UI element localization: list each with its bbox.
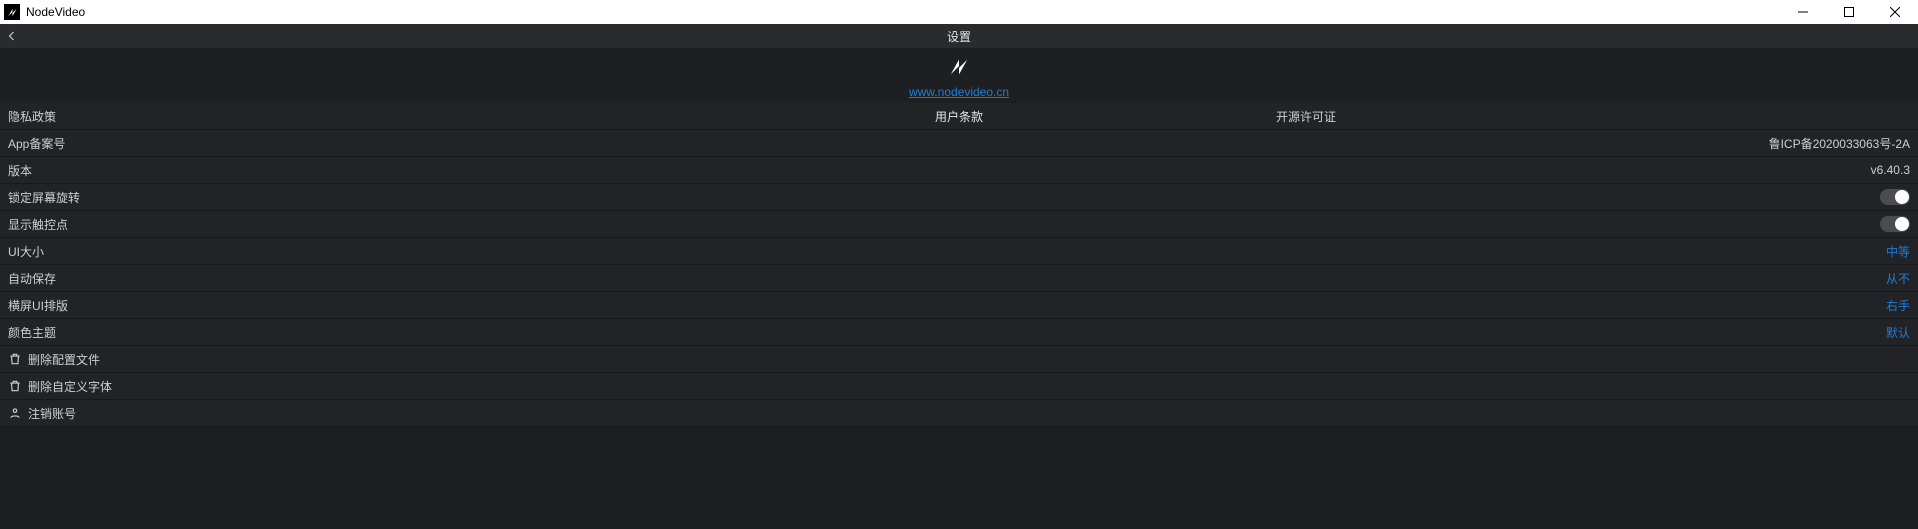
ui-size-row[interactable]: UI大小 中等	[0, 238, 1918, 265]
trash-icon	[8, 379, 22, 393]
version-value: v6.40.3	[1871, 163, 1910, 177]
landscape-ui-row[interactable]: 横屏UI排版 右手	[0, 292, 1918, 319]
back-button[interactable]	[0, 24, 24, 48]
auto-save-value: 从不	[1886, 270, 1910, 287]
theme-value: 默认	[1886, 324, 1910, 341]
logout-row[interactable]: 注销账号	[0, 400, 1918, 427]
minimize-button[interactable]	[1780, 0, 1826, 24]
maximize-button[interactable]	[1826, 0, 1872, 24]
app-record-number-value: 鲁ICP备2020033063号-2A	[1769, 135, 1910, 152]
window-controls	[1780, 0, 1918, 24]
app-record-number-row: App备案号 鲁ICP备2020033063号-2A	[0, 130, 1918, 157]
auto-save-row[interactable]: 自动保存 从不	[0, 265, 1918, 292]
window-title: NodeVideo	[26, 5, 85, 19]
delete-config-row[interactable]: 删除配置文件	[0, 346, 1918, 373]
lock-rotation-toggle[interactable]	[1880, 189, 1910, 205]
logout-icon	[8, 406, 22, 420]
auto-save-label: 自动保存	[8, 270, 56, 287]
show-touch-row: 显示触控点	[0, 211, 1918, 238]
terms-link[interactable]: 用户条款	[642, 108, 1276, 125]
page-title: 设置	[0, 28, 1918, 45]
lock-rotation-row: 锁定屏幕旋转	[0, 184, 1918, 211]
trash-icon	[8, 352, 22, 366]
theme-label: 颜色主题	[8, 324, 56, 341]
version-row: 版本 v6.40.3	[0, 157, 1918, 184]
delete-fonts-label: 删除自定义字体	[28, 378, 112, 395]
legal-links-row: 隐私政策 用户条款 开源许可证	[0, 103, 1918, 130]
settings-list: 隐私政策 用户条款 开源许可证 App备案号 鲁ICP备2020033063号-…	[0, 103, 1918, 427]
landscape-ui-value: 右手	[1886, 297, 1910, 314]
titlebar-left: NodeVideo	[4, 4, 85, 20]
version-label: 版本	[8, 162, 32, 179]
logo-block: www.nodevideo.cn	[0, 48, 1918, 103]
show-touch-toggle[interactable]	[1880, 216, 1910, 232]
delete-config-label: 删除配置文件	[28, 351, 100, 368]
logout-label: 注销账号	[28, 405, 76, 422]
ui-size-value: 中等	[1886, 243, 1910, 260]
landscape-ui-label: 横屏UI排版	[8, 297, 68, 314]
app-icon	[4, 4, 20, 20]
app-logo-icon	[944, 65, 974, 82]
close-button[interactable]	[1872, 0, 1918, 24]
window-titlebar: NodeVideo	[0, 0, 1918, 24]
app-header: 设置	[0, 24, 1918, 48]
theme-row[interactable]: 颜色主题 默认	[0, 319, 1918, 346]
app-record-number-label: App备案号	[8, 135, 65, 152]
lock-rotation-label: 锁定屏幕旋转	[8, 189, 80, 206]
ui-size-label: UI大小	[8, 243, 44, 260]
delete-fonts-row[interactable]: 删除自定义字体	[0, 373, 1918, 400]
show-touch-label: 显示触控点	[8, 216, 68, 233]
website-link[interactable]: www.nodevideo.cn	[0, 85, 1918, 99]
open-source-license-link[interactable]: 开源许可证	[1276, 108, 1910, 125]
privacy-policy-link[interactable]: 隐私政策	[8, 108, 642, 125]
